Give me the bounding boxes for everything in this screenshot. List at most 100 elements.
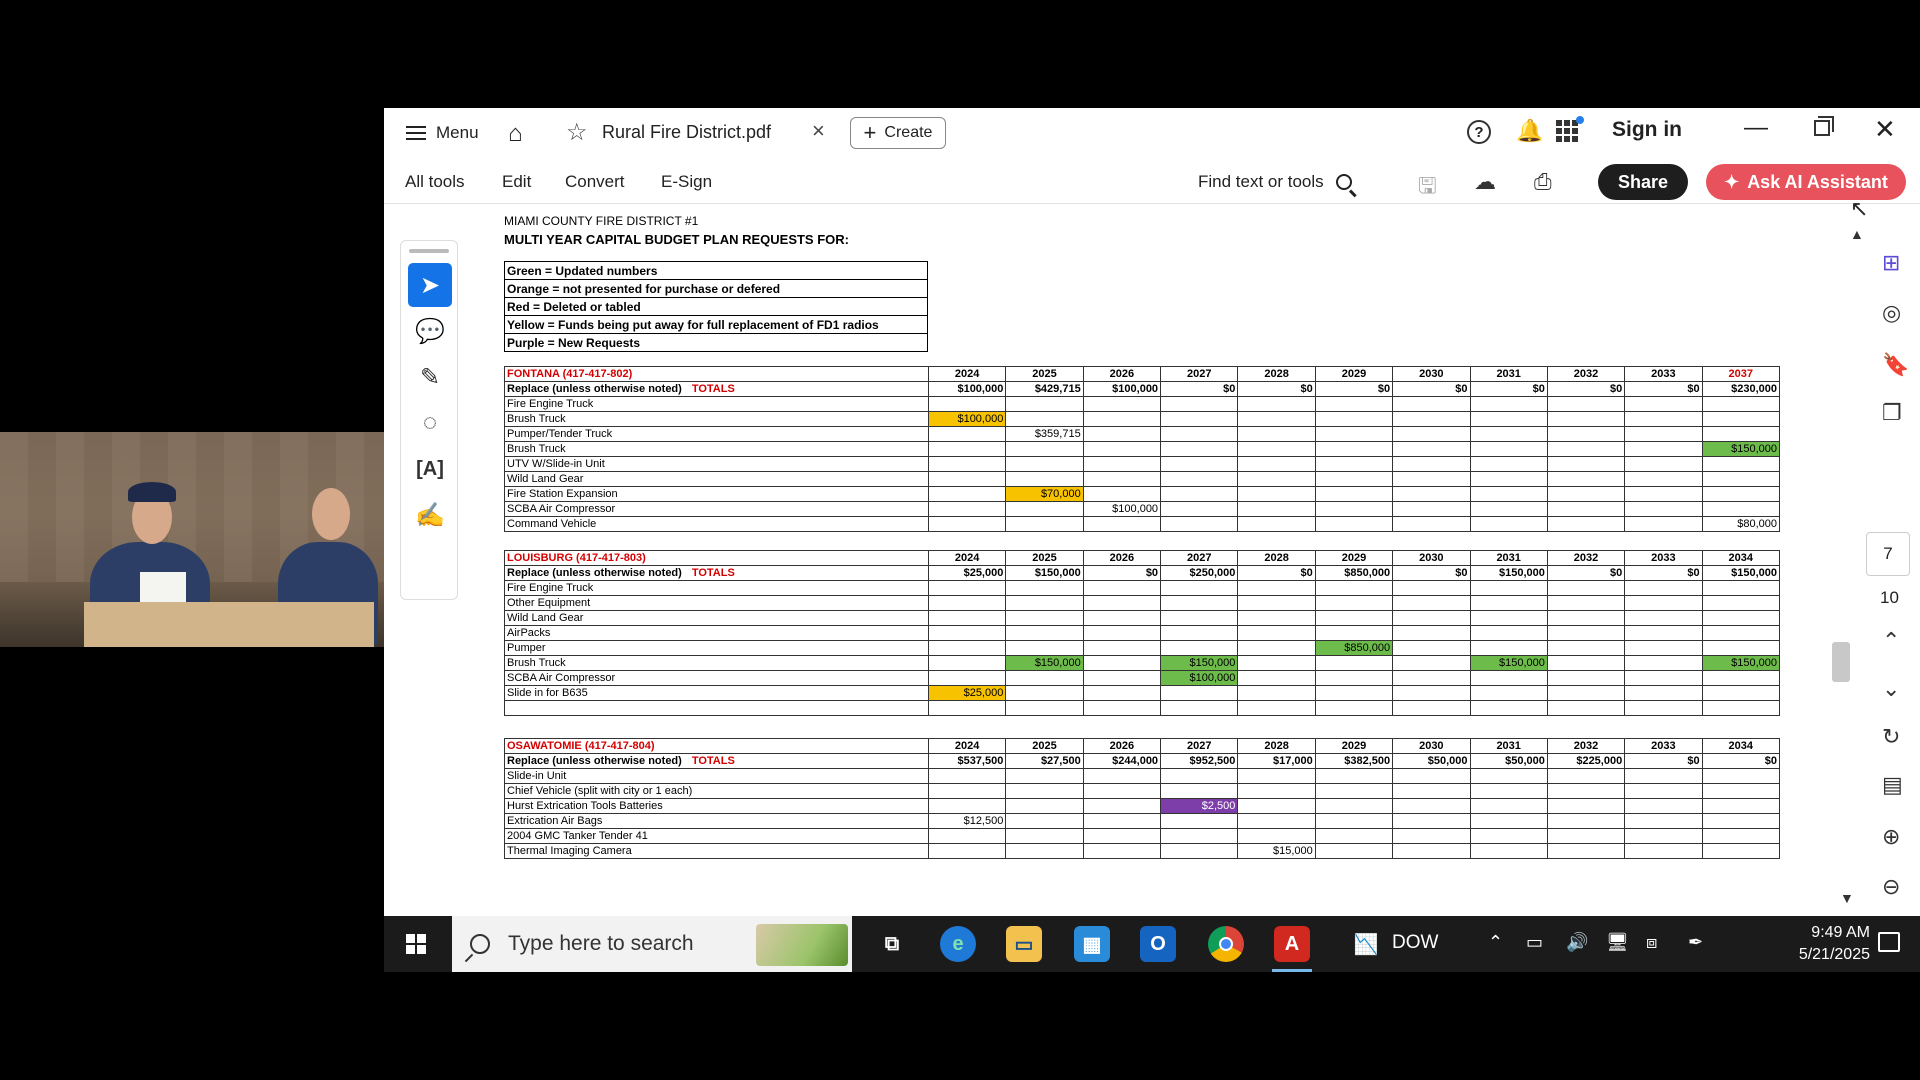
zoom-out-icon[interactable]: ⊖	[1882, 874, 1900, 900]
share-button[interactable]: Share	[1598, 164, 1688, 200]
document-view[interactable]: MIAMI COUNTY FIRE DISTRICT #1 MULTI YEAR…	[384, 204, 1850, 908]
tray-app-icon[interactable]: ⧈	[1646, 932, 1657, 953]
value-cell	[1392, 700, 1471, 716]
text-box-icon[interactable]: [A]	[408, 447, 452, 491]
chrome-icon[interactable]	[1208, 926, 1244, 962]
tray-chevron-icon[interactable]: ⌃	[1488, 932, 1503, 953]
dow-label[interactable]: DOW	[1392, 932, 1438, 954]
tab-close-icon[interactable]: ×	[812, 118, 825, 144]
outlook-icon[interactable]: O	[1140, 926, 1176, 962]
acrobat-icon[interactable]: A	[1274, 926, 1310, 962]
zoom-in-icon[interactable]: ⊕	[1882, 824, 1900, 850]
total-cell: $0	[1624, 753, 1703, 769]
total-cell: $850,000	[1314, 565, 1394, 581]
tab-document[interactable]: Rural Fire District.pdf	[602, 122, 771, 143]
value-cell	[1546, 625, 1626, 641]
value-cell	[1624, 441, 1703, 457]
scrollbar-thumb[interactable]	[1832, 642, 1850, 682]
value-cell	[1314, 655, 1394, 671]
scroll-down-icon[interactable]: ▼	[1840, 890, 1854, 906]
value-cell	[927, 700, 1007, 716]
year-header: 2032	[1546, 366, 1626, 382]
highlight-pen-icon[interactable]: ✎	[408, 355, 452, 399]
edge-browser-icon[interactable]: e	[940, 926, 976, 962]
bookmarks-icon[interactable]: 🔖	[1882, 352, 1909, 378]
save-icon[interactable]: 🖫	[1418, 169, 1437, 207]
comments-panel-icon[interactable]: ◎	[1882, 300, 1901, 326]
value-cell	[1160, 685, 1239, 701]
menu-all-tools[interactable]: All tools	[405, 172, 465, 192]
current-page-field[interactable]: 7	[1866, 532, 1910, 576]
value-cell	[1701, 843, 1781, 859]
volume-icon[interactable]: 🔊	[1566, 932, 1588, 953]
next-page-icon[interactable]: ⌄	[1882, 676, 1900, 702]
bell-icon[interactable]: 🔔	[1516, 118, 1543, 144]
find-label: Find text or tools	[1198, 172, 1324, 191]
value-cell	[1392, 516, 1471, 532]
value-cell	[927, 501, 1007, 517]
total-cell: $27,500	[1005, 753, 1084, 769]
file-explorer-icon[interactable]: ▭	[1006, 926, 1042, 962]
pdf-page: MIAMI COUNTY FIRE DISTRICT #1 MULTI YEAR…	[504, 214, 1794, 859]
apps-grid-icon[interactable]	[1556, 116, 1584, 142]
value-cell	[1237, 625, 1316, 641]
battery-icon[interactable]: ▭	[1526, 932, 1543, 953]
value-cell	[927, 396, 1007, 412]
value-cell	[1546, 610, 1626, 626]
rail-grip[interactable]	[409, 249, 449, 253]
value-cell	[1005, 843, 1084, 859]
help-icon[interactable]: ?	[1467, 120, 1491, 144]
print-icon[interactable]: ⎙	[1534, 169, 1552, 195]
sign-in-link[interactable]: Sign in	[1612, 118, 1682, 142]
value-cell	[1624, 595, 1703, 611]
year-header: 2027	[1160, 738, 1239, 754]
prev-page-icon[interactable]: ⌃	[1882, 628, 1900, 654]
pages-panel-icon[interactable]: ❐	[1882, 400, 1902, 426]
menu-convert[interactable]: Convert	[565, 172, 625, 192]
value-cell	[1005, 670, 1084, 686]
ai-label: Ask AI Assistant	[1747, 171, 1888, 192]
select-cursor-icon[interactable]: ➤	[408, 263, 452, 307]
ask-ai-assistant-button[interactable]: ✦ Ask AI Assistant	[1706, 164, 1906, 200]
windows-start-icon[interactable]	[406, 934, 426, 954]
upload-cloud-icon[interactable]: ☁	[1474, 169, 1496, 195]
notifications-icon[interactable]	[1878, 932, 1900, 952]
page-fit-icon[interactable]: ▤	[1882, 772, 1903, 798]
value-cell	[1237, 426, 1316, 442]
restore-icon[interactable]	[1814, 116, 1834, 136]
clock[interactable]: 9:49 AM 5/21/2025	[1780, 922, 1870, 966]
value-cell	[1314, 798, 1394, 814]
value-cell	[1005, 411, 1084, 427]
menu-esign[interactable]: E-Sign	[661, 172, 712, 192]
rotate-icon[interactable]: ↻	[1882, 724, 1900, 750]
lasso-draw-icon[interactable]: ◌	[408, 401, 452, 445]
task-view-icon[interactable]: ⧉	[874, 926, 910, 962]
value-cell	[1469, 610, 1548, 626]
network-icon[interactable]: 🖥	[1606, 932, 1629, 953]
value-cell	[1392, 843, 1471, 859]
value-cell	[1469, 640, 1548, 656]
louisburg-budget-table: LOUISBURG (417-417-803) 2024 2025 2026 2027 2…	[504, 550, 1781, 716]
scroll-up-icon[interactable]: ▲	[1850, 226, 1864, 242]
dow-app-icon[interactable]: 📉	[1348, 926, 1384, 962]
sign-icon[interactable]: ✍	[408, 493, 452, 537]
pen-icon[interactable]: ✒	[1688, 932, 1703, 953]
totals-label: Replace (unless otherwise noted) TOTALS	[504, 381, 929, 397]
create-button[interactable]: + Create	[850, 117, 946, 149]
comment-icon[interactable]: 💬	[408, 309, 452, 353]
value-cell	[1082, 516, 1162, 532]
year-header: 2034	[1701, 738, 1781, 754]
star-icon[interactable]: ☆	[566, 118, 588, 147]
window-close-icon[interactable]: ✕	[1874, 114, 1896, 145]
microsoft-store-icon[interactable]: ▦	[1074, 926, 1110, 962]
row-label: Slide in for B635	[504, 685, 929, 701]
find-tools-search[interactable]: Find text or tools	[1198, 172, 1352, 192]
menu-edit[interactable]: Edit	[502, 172, 531, 192]
value-cell	[1546, 595, 1626, 611]
value-cell	[1392, 595, 1471, 611]
ai-panel-icon[interactable]: ⊞	[1882, 250, 1900, 276]
year-header: 2026	[1082, 366, 1162, 382]
menu-button[interactable]: Menu	[406, 120, 479, 146]
home-icon[interactable]: ⌂	[508, 120, 523, 148]
minimize-icon[interactable]: —	[1744, 114, 1768, 142]
